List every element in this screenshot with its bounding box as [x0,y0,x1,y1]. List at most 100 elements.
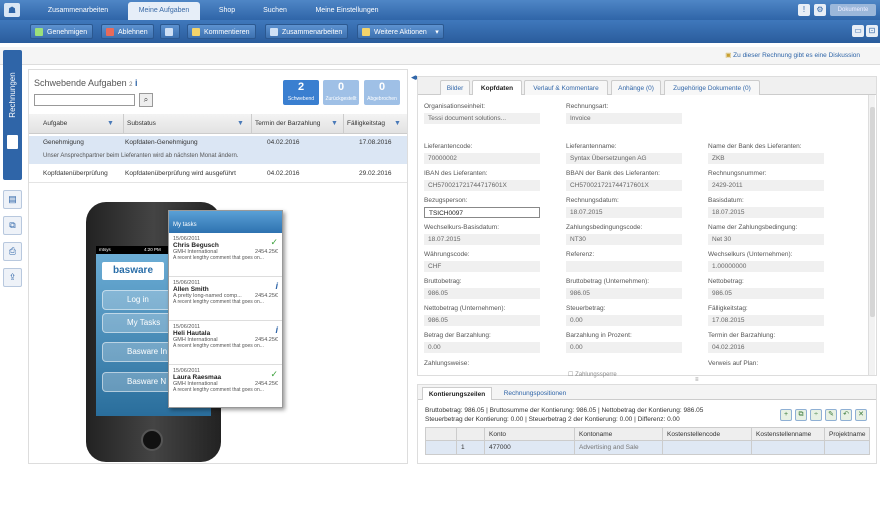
field-value: 18.07.2015 [566,207,682,218]
tab-kopfdaten[interactable]: Kopfdaten [472,80,522,95]
stat-cancelled[interactable]: 0 Abgebrochen [364,80,400,105]
column-kostenstellencode[interactable]: Kostenstellencode [662,428,751,441]
approve-label: Genehmigen [47,29,88,36]
phone-carrier: mtsys [99,247,111,252]
stat-pending[interactable]: 2 Schwebend [283,80,319,105]
flag-button[interactable] [160,24,180,39]
approve-button[interactable]: Genehmigen [30,24,94,39]
comment-button[interactable]: Kommentieren [187,24,256,39]
field-value: 986.05 [566,288,682,299]
split-row-icon[interactable]: ÷ [810,409,822,421]
copy-icon[interactable]: ⧉ [3,216,22,235]
fullscreen-icon[interactable]: ⊡ [866,25,878,37]
cell-kostenstellenname[interactable] [751,441,824,454]
field-value: Syntax Übersetzungen AG [566,153,682,164]
tab-anhaenge[interactable]: Anhänge (0) [611,80,661,95]
stat-cancelled-value: 0 [378,81,386,93]
field-value: CH5700217217447176​01X [424,180,540,191]
resize-handle-icon[interactable]: ≡ [695,377,705,383]
reject-button[interactable]: Ablehnen [101,24,154,39]
column-konto[interactable]: Konto [484,428,574,441]
tab-rechnungspositionen[interactable]: Rechnungspositionen [496,387,574,400]
comment-icon [192,28,200,36]
flag-icon [165,28,173,36]
item-amount: 2454.25€ [255,249,278,255]
detail-tabs: Bilder Kopfdaten Verlauf & Kommentare An… [418,77,876,95]
column-projektname[interactable]: Projektname [824,428,870,441]
discussion-link-text: Zu dieser Rechnung gibt es eine Diskussi… [733,52,860,59]
column-kostenstellenname[interactable]: Kostenstellenname [751,428,824,441]
column-substatus[interactable]: Substatus [123,114,156,134]
field-label: Verweis auf Plan: [708,360,759,367]
nav-tab-suchen[interactable]: Suchen [254,2,296,20]
undo-row-icon[interactable]: ↶ [840,409,852,421]
nav-tab-meine-einstellungen[interactable]: Meine Einstellungen [304,2,390,20]
field-label: IBAN des Lieferanten: [424,170,488,177]
collaborate-button[interactable]: Zusammenarbeiten [265,24,349,39]
table-row[interactable]: 1 477000 Advertising and Sale [425,441,870,455]
more-actions-button[interactable]: Weitere Aktionen ▾ [357,24,444,39]
filter-icon[interactable]: ▼ [394,120,401,127]
row-aufgabe: Kopfdatenüberprüfung [43,170,108,177]
nav-tab-shop[interactable]: Shop [208,2,246,20]
invoice-detail-panel: Bilder Kopfdaten Verlauf & Kommentare An… [417,76,877,378]
item-comment: A recent lengthy comment that goes on... [173,343,264,349]
cell-projektname[interactable] [824,441,870,454]
discussion-link[interactable]: ▣ Zu dieser Rechnung gibt es eine Diskus… [725,51,860,59]
edit-row-icon[interactable]: ✎ [825,409,837,421]
column-kontoname[interactable]: Kontoname [574,428,662,441]
column-faelligkeit[interactable]: Fälligkeitstag [343,114,385,134]
field-value: 04.02.2016 [708,342,824,353]
nav-tab-zusammenarbeiten[interactable]: Zusammenarbeiten [38,2,118,20]
tab-zugehoerige-dokumente[interactable]: Zugehörige Dokumente (0) [664,80,760,95]
export-icon[interactable]: ⇪ [3,268,22,287]
add-row-icon[interactable]: + [780,409,792,421]
top-search-field[interactable]: Dokumente [830,4,876,16]
editable-field-value[interactable]: TSICH0097 [424,207,540,218]
column-termin[interactable]: Termin der Barzahlung [251,114,320,134]
filter-icon[interactable]: ▼ [331,120,338,127]
field-label: Rechnungsart: [566,103,609,110]
field-value: ZKB [708,153,824,164]
field-value: 986.05 [424,315,540,326]
invoices-side-tab[interactable]: Rechnungen [3,50,22,180]
tab-bilder[interactable]: Bilder [440,80,470,95]
field-value: 0.00 [566,315,682,326]
column-aufgabe[interactable]: Aufgabe [43,114,67,134]
tab-kontierungszeilen[interactable]: Kontierungszeilen [422,387,492,400]
search-icon[interactable]: ⌕ [139,93,153,107]
info-icon[interactable]: i [135,78,138,88]
layout-icon[interactable]: ▭ [852,25,864,37]
detail-scrollbar-thumb[interactable] [870,107,875,317]
save-icon[interactable]: ▤ [3,190,22,209]
cell-konto[interactable]: 477000 [484,441,574,454]
stat-deferred[interactable]: 0 Zurückgestellt [323,80,359,105]
table-row[interactable]: Genehmigung Kopfdaten-Genehmigung 04.02.… [29,136,407,164]
field-label: Lieferantencode: [424,143,473,150]
delete-row-icon[interactable]: ✕ [855,409,867,421]
cell-select[interactable] [426,441,456,454]
nav-tab-meine-aufgaben[interactable]: Meine Aufgaben [128,2,200,20]
cell-kontoname[interactable]: Advertising and Sale [574,441,662,454]
field-label: Wechselkurs-Basisdatum: [424,224,500,231]
field-label: Wechselkurs (Unternehmen): [708,251,793,258]
checkbox-icon[interactable]: ☐ [568,372,573,378]
filter-icon[interactable]: ▼ [237,120,244,127]
copy-row-icon[interactable]: ⧉ [795,409,807,421]
filter-icon[interactable]: ▼ [107,120,114,127]
detail-scrollbar[interactable] [868,95,875,375]
phone-mytasks-screen: My tasks 15/06/2011 Chris Begusch GMH In… [168,210,283,408]
field-label: Währungscode: [424,251,470,258]
settings-icon[interactable]: ⚙ [814,4,826,16]
phone-time: 4:20 PM [144,247,161,252]
cell-kostenstellencode[interactable] [662,441,751,454]
notification-icon[interactable]: ! [798,4,810,16]
print-icon[interactable]: ⎙ [3,242,22,261]
tasks-search-input[interactable] [34,94,135,106]
user-home-icon[interactable]: ☗ [4,3,20,17]
tab-verlauf[interactable]: Verlauf & Kommentare [524,80,608,95]
table-row[interactable]: Kopfdatenüberprüfung Kopfdatenüberprüfun… [29,167,407,183]
coding-grid-header: Konto Kontoname Kostenstellencode Kosten… [425,427,870,441]
action-toolbar: Genehmigen Ablehnen Kommentieren Zusamme… [0,20,880,43]
coding-tabs: Kontierungszeilen Rechnungspositionen [418,385,876,400]
